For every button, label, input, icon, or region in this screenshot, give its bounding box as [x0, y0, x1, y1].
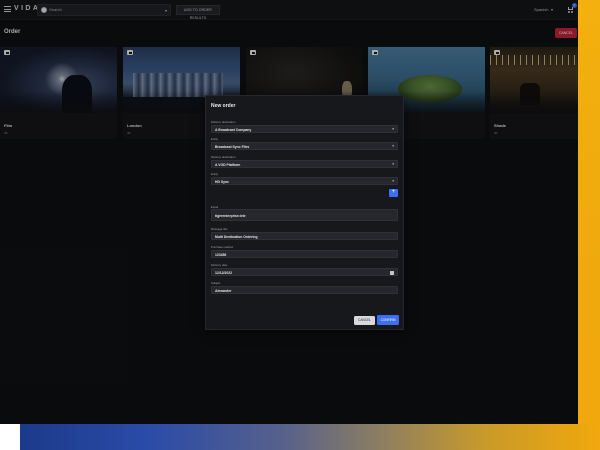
email-field[interactable]: tigerenterprise.tele	[211, 209, 398, 221]
field-value: 123456	[215, 252, 227, 257]
decorative-gradient-bar	[20, 424, 600, 450]
confirm-button[interactable]: CONFIRM	[377, 315, 399, 325]
field-value: Multi Destination Ordering	[215, 234, 258, 239]
chevron-down-icon[interactable]: ▾	[392, 162, 394, 166]
field-value: A VOD Platform	[215, 162, 241, 167]
field-value: tigerenterprise.tele	[215, 214, 246, 218]
field-label: Subject	[211, 281, 221, 285]
field-label: Entity	[211, 172, 218, 176]
new-order-dialog: New order Delivery destination A Broadca…	[205, 95, 404, 330]
delivery-destination-select[interactable]: A Broadcast Company ▾	[211, 125, 398, 133]
subject-field[interactable]: Alexander	[211, 286, 398, 294]
chevron-down-icon[interactable]: ▾	[392, 127, 394, 131]
entity-select[interactable]: HD Sync ▾	[211, 177, 398, 185]
decorative-gradient-side	[578, 0, 600, 450]
field-label: Entity	[211, 137, 218, 141]
entity-select[interactable]: Broadcast Sync Files ▾	[211, 142, 398, 150]
screenshot-stage: VIDA Search ▾ ADD TO ORDER RESULTS Spani…	[0, 0, 600, 450]
message-title-field[interactable]: Multi Destination Ordering	[211, 232, 398, 240]
chevron-down-icon[interactable]: ▾	[392, 144, 394, 148]
chevron-down-icon[interactable]: ▾	[392, 179, 394, 183]
cancel-button[interactable]: CANCEL	[354, 316, 375, 325]
field-value: A Broadcast Company	[215, 127, 252, 132]
calendar-icon[interactable]	[390, 271, 394, 275]
field-value: Alexander	[215, 288, 232, 293]
field-value: Broadcast Sync Files	[215, 144, 250, 149]
field-label: Delivery destination	[211, 120, 236, 124]
field-label: Message title	[211, 227, 228, 231]
app-window: VIDA Search ▾ ADD TO ORDER RESULTS Spani…	[0, 0, 578, 424]
delivery-destination-select[interactable]: A VOD Platform ▾	[211, 160, 398, 168]
purchase-method-field[interactable]: 123456	[211, 250, 398, 258]
field-value: 12/12/2022	[215, 270, 232, 275]
field-label: Delivery destination	[211, 155, 236, 159]
add-destination-button[interactable]: +	[389, 189, 398, 197]
dialog-title: New order	[211, 103, 236, 109]
field-label: Delivery date	[211, 263, 228, 267]
field-label: Purchase method	[211, 245, 233, 249]
field-value: HD Sync	[215, 179, 229, 184]
delivery-date-field[interactable]: 12/12/2022	[211, 268, 398, 276]
